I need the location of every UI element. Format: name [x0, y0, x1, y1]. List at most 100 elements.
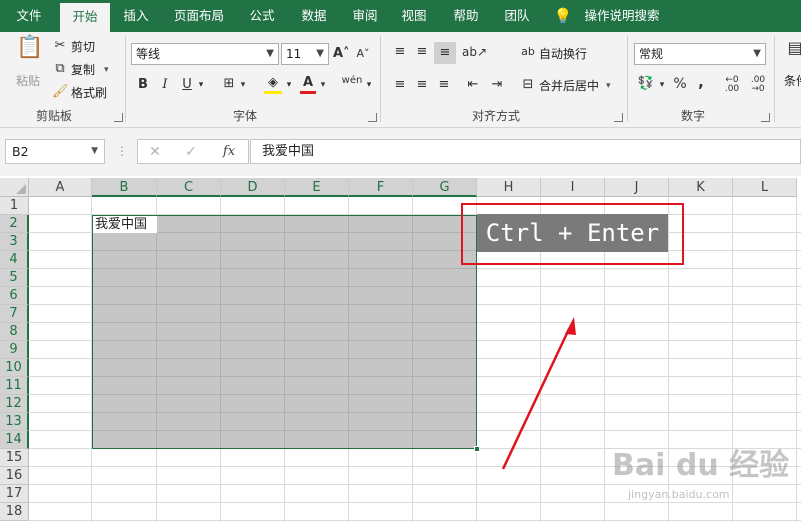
align-center-icon[interactable]: ≡	[413, 77, 431, 93]
conditional-format-icon[interactable]: ▤	[786, 40, 801, 56]
row-header-10[interactable]: 10	[0, 359, 29, 377]
row-header-1[interactable]: 1	[0, 197, 29, 215]
column-header-h[interactable]: H	[477, 178, 541, 197]
column-header-j[interactable]: J	[605, 178, 669, 197]
chevron-down-icon[interactable]: ▼	[91, 140, 98, 163]
row-header-3[interactable]: 3	[0, 233, 29, 251]
cancel-icon[interactable]: ✕	[148, 144, 162, 160]
enter-icon[interactable]: ✓	[184, 144, 198, 160]
splitter-icon[interactable]: ⋮	[116, 143, 128, 159]
row-header-14[interactable]: 14	[0, 431, 29, 449]
comma-button[interactable]: ,	[695, 74, 707, 90]
copy-button[interactable]: 复制	[71, 62, 95, 78]
underline-button[interactable]: U	[180, 77, 194, 93]
column-header-k[interactable]: K	[669, 178, 733, 197]
decrease-decimal-icon[interactable]: .00 →0	[747, 76, 769, 94]
increase-indent-icon[interactable]: ⇥	[487, 77, 507, 93]
italic-button[interactable]: I	[158, 77, 172, 93]
percent-button[interactable]: %	[672, 76, 688, 92]
scissors-icon[interactable]: ✂	[52, 38, 68, 54]
column-header-l[interactable]: L	[733, 178, 797, 197]
number-format-dropdown[interactable]: 常规 ▼	[634, 43, 766, 65]
currency-icon[interactable]: 💱	[637, 76, 655, 92]
select-all-corner[interactable]	[0, 178, 29, 197]
orientation-icon[interactable]: ab↗	[462, 44, 487, 60]
name-box[interactable]: B2 ▼	[5, 139, 105, 164]
tab-formulas[interactable]: 公式	[240, 0, 284, 32]
column-header-b[interactable]: B	[92, 178, 157, 197]
fill-color-icon[interactable]: ◈	[264, 75, 282, 94]
fill-dropdown-icon[interactable]: ▾	[284, 77, 294, 93]
fill-handle[interactable]	[474, 446, 480, 452]
column-header-a[interactable]: A	[29, 178, 92, 197]
copy-icon[interactable]: ⧉	[52, 61, 68, 77]
increase-decimal-icon[interactable]: ←0.00	[721, 76, 743, 94]
format-painter-button[interactable]: 格式刷	[71, 85, 107, 101]
column-header-d[interactable]: D	[221, 178, 285, 197]
font-size-dropdown[interactable]: 11 ▼	[281, 43, 329, 65]
decrease-font-icon[interactable]: A˅	[355, 46, 371, 62]
font-color-icon[interactable]: A	[300, 75, 316, 94]
align-right-icon[interactable]: ≡	[435, 77, 453, 93]
borders-dropdown-icon[interactable]: ▾	[238, 77, 248, 93]
font-name-dropdown[interactable]: 等线 ▼	[131, 43, 279, 65]
column-header-f[interactable]: F	[349, 178, 413, 197]
row-header-12[interactable]: 12	[0, 395, 29, 413]
tab-view[interactable]: 视图	[392, 0, 436, 32]
wrap-text-icon[interactable]: ab	[520, 44, 536, 60]
row-header-9[interactable]: 9	[0, 341, 29, 359]
row-header-18[interactable]: 18	[0, 503, 29, 521]
cut-button[interactable]: 剪切	[71, 39, 95, 55]
align-middle-icon[interactable]: ≡	[413, 44, 431, 60]
number-launcher-icon[interactable]	[761, 113, 770, 122]
decrease-indent-icon[interactable]: ⇤	[463, 77, 483, 93]
insert-function-icon[interactable]: fx	[220, 144, 238, 160]
merge-center-icon[interactable]: ⊟	[520, 77, 536, 93]
column-header-e[interactable]: E	[285, 178, 349, 197]
merge-dropdown-icon[interactable]: ▾	[606, 78, 611, 94]
row-header-7[interactable]: 7	[0, 305, 29, 323]
align-top-icon[interactable]: ≡	[391, 44, 409, 60]
phonetic-dropdown-icon[interactable]: ▾	[364, 77, 374, 93]
row-header-2[interactable]: 2	[0, 215, 29, 233]
tab-help[interactable]: 帮助	[444, 0, 488, 32]
wrap-text-button[interactable]: 自动换行	[539, 46, 587, 62]
tab-data[interactable]: 数据	[292, 0, 336, 32]
paste-icon[interactable]: 📋	[16, 37, 43, 70]
font-color-dropdown-icon[interactable]: ▾	[318, 77, 328, 93]
cell-b2[interactable]: 我爱中国	[93, 216, 157, 233]
paste-button[interactable]: 粘贴	[16, 73, 40, 89]
phonetic-icon[interactable]: wén	[340, 73, 364, 89]
currency-dropdown-icon[interactable]: ▾	[657, 77, 667, 93]
row-header-11[interactable]: 11	[0, 377, 29, 395]
column-header-c[interactable]: C	[157, 178, 221, 197]
align-left-icon[interactable]: ≡	[391, 77, 409, 93]
row-header-17[interactable]: 17	[0, 485, 29, 503]
tab-review[interactable]: 审阅	[343, 0, 387, 32]
row-header-4[interactable]: 4	[0, 251, 29, 269]
formula-input[interactable]: 我爱中国	[250, 139, 801, 164]
copy-dropdown-icon[interactable]: ▾	[104, 62, 109, 78]
clipboard-launcher-icon[interactable]	[114, 113, 123, 122]
tell-me-search[interactable]: 操作说明搜索	[580, 0, 664, 32]
tab-insert[interactable]: 插入	[114, 0, 158, 32]
column-header-g[interactable]: G	[413, 178, 477, 197]
format-painter-icon[interactable]: 🖌	[52, 84, 69, 100]
row-header-6[interactable]: 6	[0, 287, 29, 305]
tab-file[interactable]: 文件	[6, 0, 52, 32]
tab-home[interactable]: 开始	[60, 3, 110, 32]
row-header-8[interactable]: 8	[0, 323, 29, 341]
alignment-launcher-icon[interactable]	[614, 113, 623, 122]
column-header-i[interactable]: I	[541, 178, 605, 197]
tab-team[interactable]: 团队	[495, 0, 539, 32]
borders-icon[interactable]: ⊞	[221, 76, 237, 92]
row-header-15[interactable]: 15	[0, 449, 29, 467]
align-bottom-icon[interactable]: ≡	[434, 42, 456, 64]
merge-center-button[interactable]: 合并后居中	[539, 78, 599, 94]
row-header-5[interactable]: 5	[0, 269, 29, 287]
conditional-format-button[interactable]: 条件	[784, 73, 801, 89]
underline-dropdown-icon[interactable]: ▾	[196, 77, 206, 93]
row-header-13[interactable]: 13	[0, 413, 29, 431]
font-launcher-icon[interactable]	[368, 113, 377, 122]
row-header-16[interactable]: 16	[0, 467, 29, 485]
